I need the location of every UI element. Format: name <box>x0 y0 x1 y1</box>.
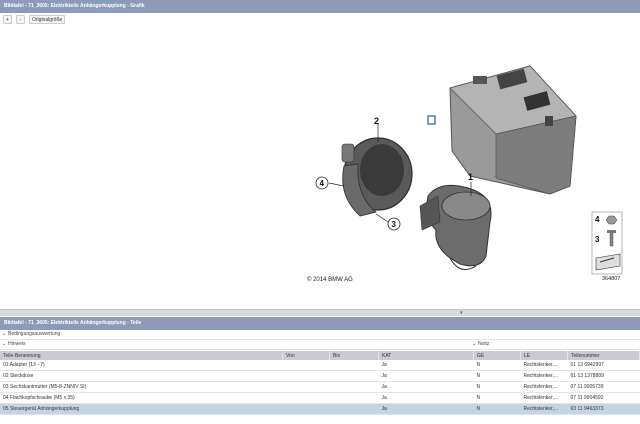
table-cell: N <box>473 370 521 382</box>
column-header[interactable]: Bis <box>329 351 379 360</box>
table-row[interactable]: 02 Steckdose Ja N Rechtslenker,... 61 13 137… <box>0 370 640 382</box>
fastener-inset: 4 3 364807 <box>591 211 623 282</box>
table-cell <box>329 381 379 393</box>
table-cell: Ja <box>378 360 474 371</box>
original-size-button[interactable]: Originalgröße <box>29 15 66 24</box>
callout-4-label[interactable]: 4 <box>320 179 325 188</box>
table-cell: 63 11 9463373 <box>567 403 640 415</box>
table-cell: N <box>473 360 521 371</box>
table-cell <box>329 392 379 404</box>
inset-number: 364807 <box>602 276 620 282</box>
table-cell <box>282 403 330 415</box>
callout-1-label[interactable]: 1 <box>468 172 473 182</box>
inset-label-3: 3 <box>595 235 600 244</box>
parts-panel-title: Bildtafel - 71_3605: Elektrikteile Anhän… <box>0 317 640 330</box>
table-cell <box>329 360 379 371</box>
table-cell: 07 11 9904592 <box>567 392 640 404</box>
table-cell <box>329 403 379 415</box>
panel-splitter[interactable]: ▾ <box>0 309 640 316</box>
table-cell: Rechtslenker,... <box>520 370 568 382</box>
table-cell: N <box>473 392 521 404</box>
table-header-row: Teile-Benennung Von Bis KAT GE LE Teilen… <box>0 351 640 360</box>
column-header[interactable]: Teile-Benennung <box>0 351 283 360</box>
zoom-out-button[interactable]: - <box>16 15 25 24</box>
parts-diagram: 2 1 4 3 © 2014 BMW AG 4 3 364807 <box>307 65 623 283</box>
table-cell: Ja <box>378 403 474 415</box>
table-cell: Ja <box>378 370 474 382</box>
chevron-down-icon[interactable]: ⌄ <box>472 340 476 349</box>
table-row[interactable]: 05 Steuergerät Anhängerkupplung Ja N Rechts… <box>0 403 640 415</box>
table-cell: 02 Steckdose <box>0 370 283 382</box>
table-row[interactable]: 01 Adapter (13 - 7) Ja N Rechtslenker,... 61… <box>0 360 640 371</box>
notes-section[interactable]: ⌄ Hinweis ⌄ Notiz <box>0 340 640 350</box>
table-cell: 01 Adapter (13 - 7) <box>0 360 283 371</box>
table-cell: Ja <box>378 381 474 393</box>
table-cell: N <box>473 381 521 393</box>
parts-table: Teile-Benennung Von Bis KAT GE LE Teilen… <box>0 351 640 415</box>
table-cell: 05 Steuergerät Anhängerkupplung <box>0 403 283 415</box>
graphic-toolbar: + - Originalgröße <box>3 15 66 25</box>
socket-housing-illustration[interactable] <box>341 137 413 217</box>
splitter-arrow-icon[interactable]: ▾ <box>460 310 463 316</box>
table-cell: 61 13 6942997 <box>567 360 640 371</box>
table-cell: Rechtslenker,... <box>520 381 568 393</box>
table-row[interactable]: 03 Sechskantmutter (M5-8-ZNNIV SI) Ja N Rec… <box>0 381 640 393</box>
remark-label: Notiz <box>478 341 490 347</box>
conditions-section[interactable]: ⌄ Bedingungsauswertung <box>0 330 640 340</box>
graphic-panel-title: Bildtafel - 71_3605: Elektrikteile Anhän… <box>0 0 640 13</box>
column-header[interactable]: Teilenummer <box>567 351 640 360</box>
table-cell <box>282 360 330 371</box>
table-cell: 03 Sechskantmutter (M5-8-ZNNIV SI) <box>0 381 283 393</box>
notes-label: Hinweis <box>8 341 26 347</box>
table-cell <box>329 370 379 382</box>
table-cell: 07 11 9905739 <box>567 381 640 393</box>
copyright-text: © 2014 BMW AG <box>307 276 353 283</box>
table-cell: Rechtslenker,... <box>520 392 568 404</box>
callout-5-marker[interactable] <box>427 115 436 125</box>
table-cell: 04 Flachkopfschraube (M5 x 35) <box>0 392 283 404</box>
column-header[interactable]: GE <box>473 351 521 360</box>
table-cell <box>282 370 330 382</box>
table-row[interactable]: 04 Flachkopfschraube (M5 x 35) Ja N Rechtsl… <box>0 392 640 404</box>
callout-3-label[interactable]: 3 <box>392 220 397 229</box>
inset-label-4: 4 <box>595 215 600 224</box>
table-cell: Rechtslenker,... <box>520 403 568 415</box>
table-cell: Ja <box>378 392 474 404</box>
column-header[interactable]: KAT <box>378 351 474 360</box>
zoom-in-button[interactable]: + <box>3 15 12 24</box>
column-header[interactable]: Von <box>282 351 330 360</box>
conditions-label: Bedingungsauswertung <box>8 331 61 337</box>
table-cell: Rechtslenker,... <box>520 360 568 371</box>
adapter-illustration[interactable] <box>419 184 492 271</box>
chevron-down-icon[interactable]: ⌄ <box>2 340 6 349</box>
chevron-down-icon[interactable]: ⌄ <box>2 330 6 339</box>
table-cell <box>282 392 330 404</box>
callout-2-label[interactable]: 2 <box>374 116 379 126</box>
table-cell: 61 13 1378889 <box>567 370 640 382</box>
table-cell: N <box>473 403 521 415</box>
column-header[interactable]: LE <box>520 351 568 360</box>
table-cell <box>282 381 330 393</box>
